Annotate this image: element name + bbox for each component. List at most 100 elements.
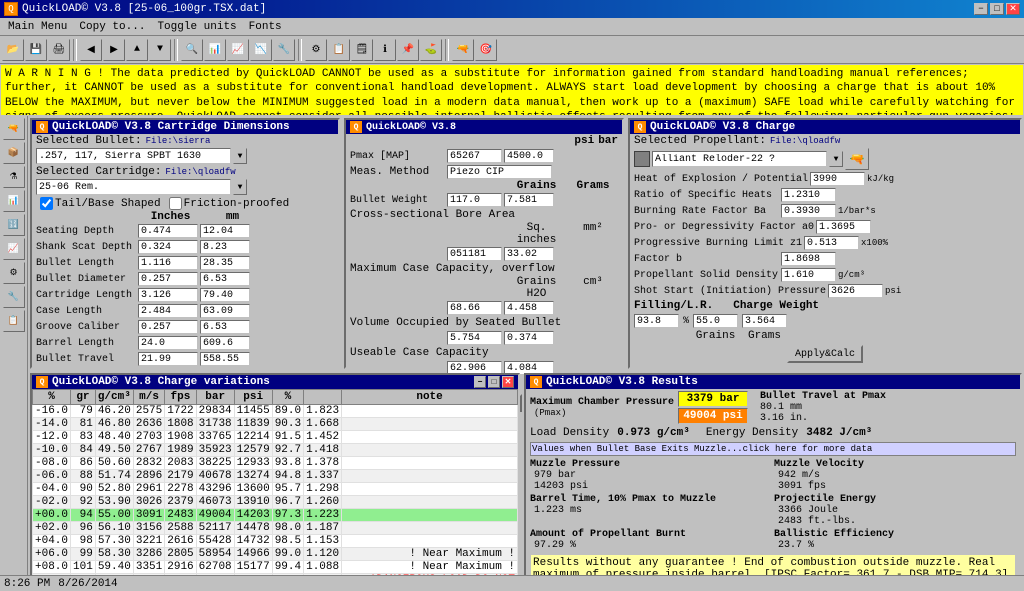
sidebar-icon-6[interactable]: 📈 [3,238,25,260]
sidebar-icon-2[interactable]: 📦 [3,142,25,164]
toolbar-btn-19[interactable]: 🔫 [452,39,474,61]
cartridge-select[interactable] [36,179,231,195]
charge-field-input-2[interactable] [781,204,836,218]
friction-proofed-checkbox[interactable] [169,197,182,210]
charge-apply-calc-button[interactable]: Apply&Calc [787,345,863,363]
dim-inches-1[interactable] [138,240,198,254]
dim-inches-7[interactable] [138,336,198,350]
propellant-img-icon[interactable]: 🔫 [845,148,869,170]
minimize-button[interactable]: − [974,3,988,15]
vol-seated-input[interactable] [447,331,502,345]
toolbar-btn-17[interactable]: 📌 [397,39,419,61]
toolbar-btn-5[interactable]: ▶ [103,39,125,61]
charge-field-input-7[interactable] [828,284,883,298]
menu-copy[interactable]: Copy to... [73,20,151,34]
sidebar-icon-5[interactable]: 🔢 [3,214,25,236]
cartridge-dropdown-arrow[interactable]: ▼ [233,179,247,195]
charge-field-label-0: Heat of Explosion / Potential [634,174,808,185]
dim-mm-2[interactable] [200,256,250,270]
menu-fonts[interactable]: Fonts [243,20,288,34]
toolbar-btn-4[interactable]: ◀ [80,39,102,61]
charge-field-input-3[interactable] [816,220,871,234]
charge-field-input-6[interactable] [781,268,836,282]
max-case-cm3-input[interactable] [504,301,554,315]
max-case-grains-input[interactable] [447,301,502,315]
values-note[interactable]: Values when Bullet Base Exits Muzzle...c… [530,442,1016,456]
dim-mm-6[interactable] [200,320,250,334]
close-button[interactable]: ✕ [1006,3,1020,15]
dim-inches-2[interactable] [138,256,198,270]
toolbar-btn-20[interactable]: 🎯 [475,39,497,61]
bullet-select[interactable] [36,148,231,164]
sidebar-icon-8[interactable]: 🔧 [3,286,25,308]
toolbar-btn-16[interactable]: ℹ [374,39,396,61]
dim-mm-8[interactable] [200,352,250,366]
dim-mm-7[interactable] [200,336,250,350]
bullet-weight-grains-input[interactable] [447,193,502,207]
sidebar-icon-1[interactable]: 🔫 [3,118,25,140]
dim-mm-5[interactable] [200,304,250,318]
toolbar-btn-11[interactable]: 📉 [250,39,272,61]
charge-variations-scroll[interactable]: % gr g/cm³ m/s fps bar psi % note [32,389,518,575]
tail-base-checkbox[interactable] [40,197,53,210]
variations-minimize[interactable]: − [474,376,486,388]
dim-inches-3[interactable] [138,272,198,286]
charge-field-input-5[interactable] [781,252,836,266]
dim-mm-3[interactable] [200,272,250,286]
toolbar-btn-1[interactable]: 📂 [2,39,24,61]
toolbar-btn-6[interactable]: ▲ [126,39,148,61]
menu-toggle[interactable]: Toggle units [151,20,242,34]
sidebar-icon-7[interactable]: ⚙ [3,262,25,284]
toolbar-btn-18[interactable]: ⛳ [420,39,442,61]
toolbar-btn-3[interactable]: 🖨 [48,39,70,61]
dim-mm-1[interactable] [200,240,250,254]
propellant-dropdown-arrow[interactable]: ▼ [829,151,843,167]
bullet-dropdown-arrow[interactable]: ▼ [233,148,247,164]
propellant-select[interactable] [652,151,827,167]
sidebar-icon-3[interactable]: ⚗ [3,166,25,188]
charge-grams-input[interactable] [742,314,787,328]
dim-inches-5[interactable] [138,304,198,318]
vol-seated-input2[interactable] [504,331,554,345]
charge-grams-unit: Grams [742,330,787,342]
filling-pct-input[interactable] [634,314,679,328]
charge-grains-input[interactable] [693,314,738,328]
dim-inches-8[interactable] [138,352,198,366]
charge-field-input-4[interactable] [804,236,859,250]
charge-cell-0-1: 79 [71,405,96,418]
toolbar-btn-14[interactable]: 📋 [328,39,350,61]
toolbar-btn-7[interactable]: ▼ [149,39,171,61]
cross-sect-sqin-input[interactable] [447,247,502,261]
toolbar-btn-13[interactable]: ⚙ [305,39,327,61]
toolbar-btn-12[interactable]: 🔧 [273,39,295,61]
dim-inches-6[interactable] [138,320,198,334]
toolbar-btn-15[interactable]: 🗒 [351,39,373,61]
dim-inches-0[interactable] [138,224,198,238]
pmax-bar-input[interactable] [504,149,554,163]
sidebar-icon-9[interactable]: 📋 [3,310,25,332]
sidebar-icon-4[interactable]: 📊 [3,190,25,212]
toolbar-btn-2[interactable]: 💾 [25,39,47,61]
dim-mm-4[interactable] [200,288,250,302]
tail-base-checkbox-label[interactable]: Tail/Base Shaped [40,197,161,210]
muzzle-grid: Muzzle Pressure 979 bar 14203 psi Muzzle… [526,458,1020,493]
variations-maximize[interactable]: □ [488,376,500,388]
toolbar-btn-10[interactable]: 📈 [227,39,249,61]
cross-sect-mm2-input[interactable] [504,247,554,261]
pmax-psi-input[interactable] [447,149,502,163]
toolbar-btn-9[interactable]: 📊 [204,39,226,61]
charge-field-input-1[interactable] [781,188,836,202]
variations-close[interactable]: ✕ [502,376,514,388]
charge-field-row-1: Ratio of Specific Heats [630,187,1020,203]
maximize-button[interactable]: □ [990,3,1004,15]
charge-field-input-0[interactable] [810,172,865,186]
bullet-weight-grams-input[interactable] [504,193,554,207]
charge-field-label-7: Shot Start (Initiation) Pressure [634,286,826,297]
menu-main[interactable]: Main Menu [2,20,73,34]
friction-proofed-checkbox-label[interactable]: Friction-proofed [169,197,290,210]
meas-method-input[interactable] [447,165,552,179]
toolbar-btn-8[interactable]: 🔍 [181,39,203,61]
dim-inches-4[interactable] [138,288,198,302]
dim-mm-0[interactable] [200,224,250,238]
muzzle-pressure-section: Muzzle Pressure 979 bar 14203 psi [530,459,772,492]
